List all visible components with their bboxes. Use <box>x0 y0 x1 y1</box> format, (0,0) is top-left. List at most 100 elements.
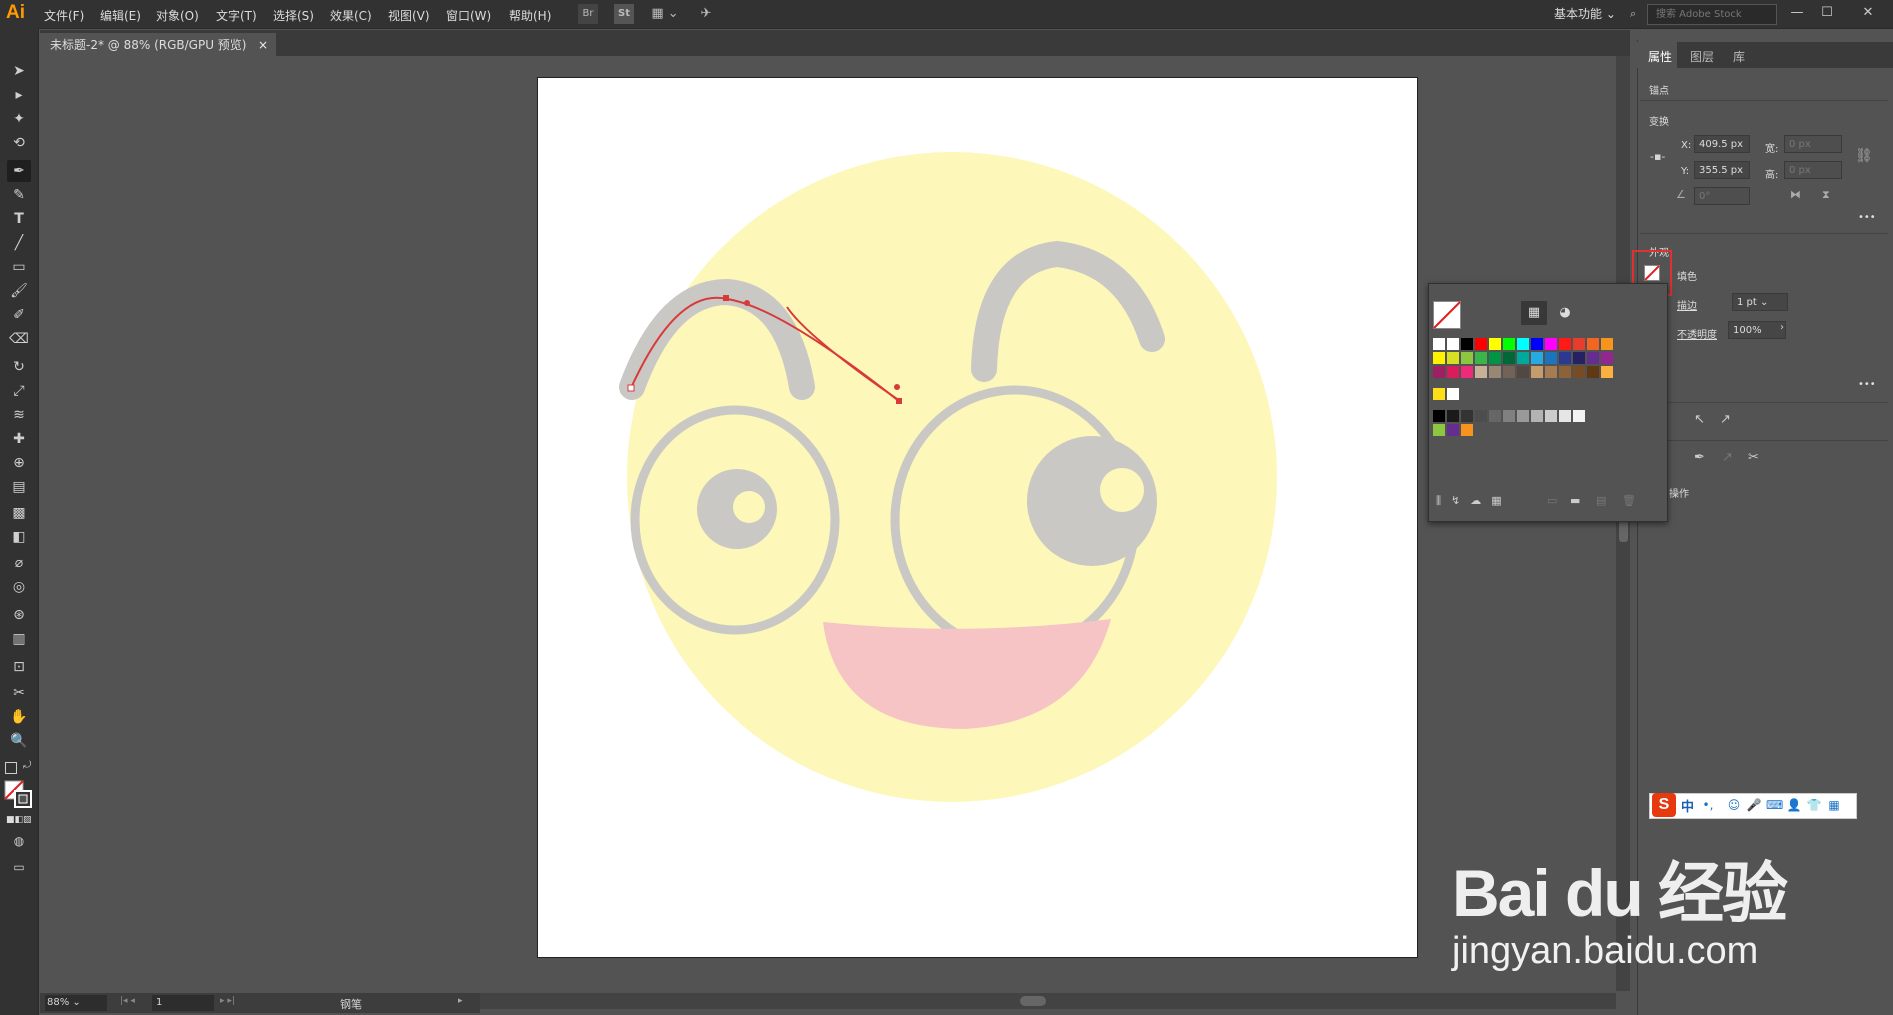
color-swatch[interactable] <box>1517 366 1529 378</box>
default-colors-icon[interactable] <box>5 762 17 774</box>
color-swatch[interactable] <box>1503 338 1515 350</box>
workspace-switcher[interactable]: 基本功能 ⌄ <box>1554 5 1616 22</box>
swatches-view-icon[interactable]: ▦ <box>1521 301 1547 325</box>
color-swatch[interactable] <box>1601 338 1613 350</box>
slice-tool-icon[interactable]: ✂ <box>7 682 31 704</box>
convert-anchor-corner-icon[interactable]: ↖ <box>1694 412 1705 427</box>
color-swatch[interactable] <box>1461 366 1473 378</box>
transform-more-icon[interactable]: ••• <box>1858 212 1876 223</box>
color-swatch[interactable] <box>1531 366 1543 378</box>
color-swatch[interactable] <box>1447 388 1459 400</box>
close-window-button[interactable]: ✕ <box>1843 3 1893 23</box>
horizontal-scrollbar[interactable] <box>480 993 1616 1009</box>
appearance-more-icon[interactable]: ••• <box>1858 379 1876 390</box>
color-swatch[interactable] <box>1447 410 1459 422</box>
opacity-expand-icon[interactable]: › <box>1780 322 1784 333</box>
color-swatch[interactable] <box>1475 338 1487 350</box>
color-swatch[interactable] <box>1489 410 1501 422</box>
color-swatch[interactable] <box>1433 366 1445 378</box>
ime-user-icon[interactable]: 👤 <box>1786 797 1802 813</box>
artboard-nav-prev-icon[interactable]: |◂ ◂ <box>120 996 135 1006</box>
color-swatch[interactable] <box>1545 410 1557 422</box>
color-swatch[interactable] <box>1433 338 1445 350</box>
maximize-button[interactable]: ☐ <box>1813 3 1841 23</box>
color-swatch[interactable] <box>1461 424 1473 436</box>
color-swatch[interactable] <box>1517 410 1529 422</box>
convert-anchor-smooth-icon[interactable]: ↗ <box>1720 412 1731 427</box>
selection-tool-icon[interactable]: ➤ <box>7 60 31 82</box>
color-swatch[interactable] <box>1573 366 1585 378</box>
color-swatch[interactable] <box>1447 366 1459 378</box>
menu-edit[interactable]: 编辑(E) <box>100 7 141 24</box>
direct-selection-tool-icon[interactable]: ▸ <box>7 84 31 106</box>
ime-emoji-icon[interactable]: ☺ <box>1726 797 1742 813</box>
scale-tool-icon[interactable]: ⤢ <box>7 380 31 402</box>
symbol-sprayer-tool-icon[interactable]: ⊛ <box>7 604 31 626</box>
color-swatch[interactable] <box>1461 352 1473 364</box>
tab-libraries[interactable]: 库 <box>1733 48 1745 65</box>
color-swatch[interactable] <box>1503 366 1515 378</box>
minimize-button[interactable]: — <box>1783 3 1811 23</box>
color-swatch[interactable] <box>1489 352 1501 364</box>
type-tool-icon[interactable]: T <box>7 208 31 230</box>
mesh-tool-icon[interactable]: ▩ <box>7 502 31 524</box>
stock-button[interactable]: St <box>614 4 634 24</box>
color-swatch[interactable] <box>1601 366 1613 378</box>
menu-help[interactable]: 帮助(H) <box>509 7 551 24</box>
menu-type[interactable]: 文字(T) <box>216 7 257 24</box>
pen-tool-icon[interactable]: ✒ <box>7 160 31 182</box>
magic-wand-tool-icon[interactable]: ✦ <box>7 108 31 130</box>
color-swatch[interactable] <box>1503 410 1515 422</box>
artboard-tool-icon[interactable]: ⊡ <box>7 656 31 678</box>
zoom-tool-icon[interactable]: 🔍 <box>7 730 31 752</box>
menu-select[interactable]: 选择(S) <box>273 7 314 24</box>
color-swatch[interactable] <box>1475 410 1487 422</box>
constrain-proportions-icon[interactable]: ⛓ <box>1855 148 1873 164</box>
close-tab-icon[interactable]: × <box>258 33 268 57</box>
color-swatch[interactable] <box>1559 366 1571 378</box>
color-swatch[interactable] <box>1587 338 1599 350</box>
color-swatch[interactable] <box>1587 366 1599 378</box>
swatch-library-icons[interactable]: ⫼↯☁▦ <box>1436 494 1512 508</box>
blend-tool-icon[interactable]: ◎ <box>7 576 31 598</box>
ime-toolbox-icon[interactable]: ▦ <box>1826 797 1842 813</box>
artboard-number-select[interactable]: 1 <box>152 995 214 1011</box>
y-position-input[interactable]: 355.5 px <box>1694 161 1750 179</box>
rotate-tool-icon[interactable]: ↻ <box>7 356 31 378</box>
reference-point-icon[interactable]: -▪- <box>1650 150 1665 163</box>
eraser-tool-icon[interactable]: ⌫ <box>7 328 31 350</box>
line-tool-icon[interactable]: ╱ <box>7 232 31 254</box>
color-swatch[interactable] <box>1447 338 1459 350</box>
color-swatch[interactable] <box>1531 352 1543 364</box>
tab-layers[interactable]: 图层 <box>1690 48 1714 65</box>
gpu-performance-icon[interactable]: ✈ <box>696 4 716 24</box>
fill-none-swatch-icon[interactable] <box>1644 265 1660 281</box>
color-swatch[interactable] <box>1461 410 1473 422</box>
flip-vertical-icon[interactable]: ⧗ <box>1822 188 1830 202</box>
stock-search-input[interactable]: 搜索 Adobe Stock <box>1647 4 1777 25</box>
column-graph-tool-icon[interactable]: ▥ <box>7 628 31 650</box>
rectangle-tool-icon[interactable]: ▭ <box>7 256 31 278</box>
color-swatch[interactable] <box>1559 338 1571 350</box>
rotation-input[interactable]: 0° <box>1694 187 1750 205</box>
menu-file[interactable]: 文件(F) <box>44 7 84 24</box>
color-swatch[interactable] <box>1517 352 1529 364</box>
ime-skin-icon[interactable]: 👕 <box>1806 797 1822 813</box>
stroke-weight-input[interactable]: 1 pt ⌄ <box>1732 293 1788 311</box>
menu-window[interactable]: 窗口(W) <box>446 7 491 24</box>
height-input[interactable]: 0 px <box>1784 161 1842 179</box>
warp-tool-icon[interactable]: ≋ <box>7 404 31 426</box>
color-swatch[interactable] <box>1475 352 1487 364</box>
color-swatch[interactable] <box>1573 410 1585 422</box>
ime-language[interactable]: 中 <box>1681 796 1694 815</box>
color-swatch[interactable] <box>1433 388 1445 400</box>
ime-keyboard-icon[interactable]: ⌨ <box>1766 797 1783 813</box>
color-swatch[interactable] <box>1531 410 1543 422</box>
sogou-logo[interactable]: S <box>1652 793 1676 817</box>
color-swatch[interactable] <box>1559 410 1571 422</box>
color-swatch[interactable] <box>1517 338 1529 350</box>
curvature-tool-icon[interactable]: ✎ <box>7 184 31 206</box>
vertical-scroll-thumb[interactable] <box>1619 520 1628 542</box>
color-swatch[interactable] <box>1475 366 1487 378</box>
color-swatch[interactable] <box>1545 366 1557 378</box>
